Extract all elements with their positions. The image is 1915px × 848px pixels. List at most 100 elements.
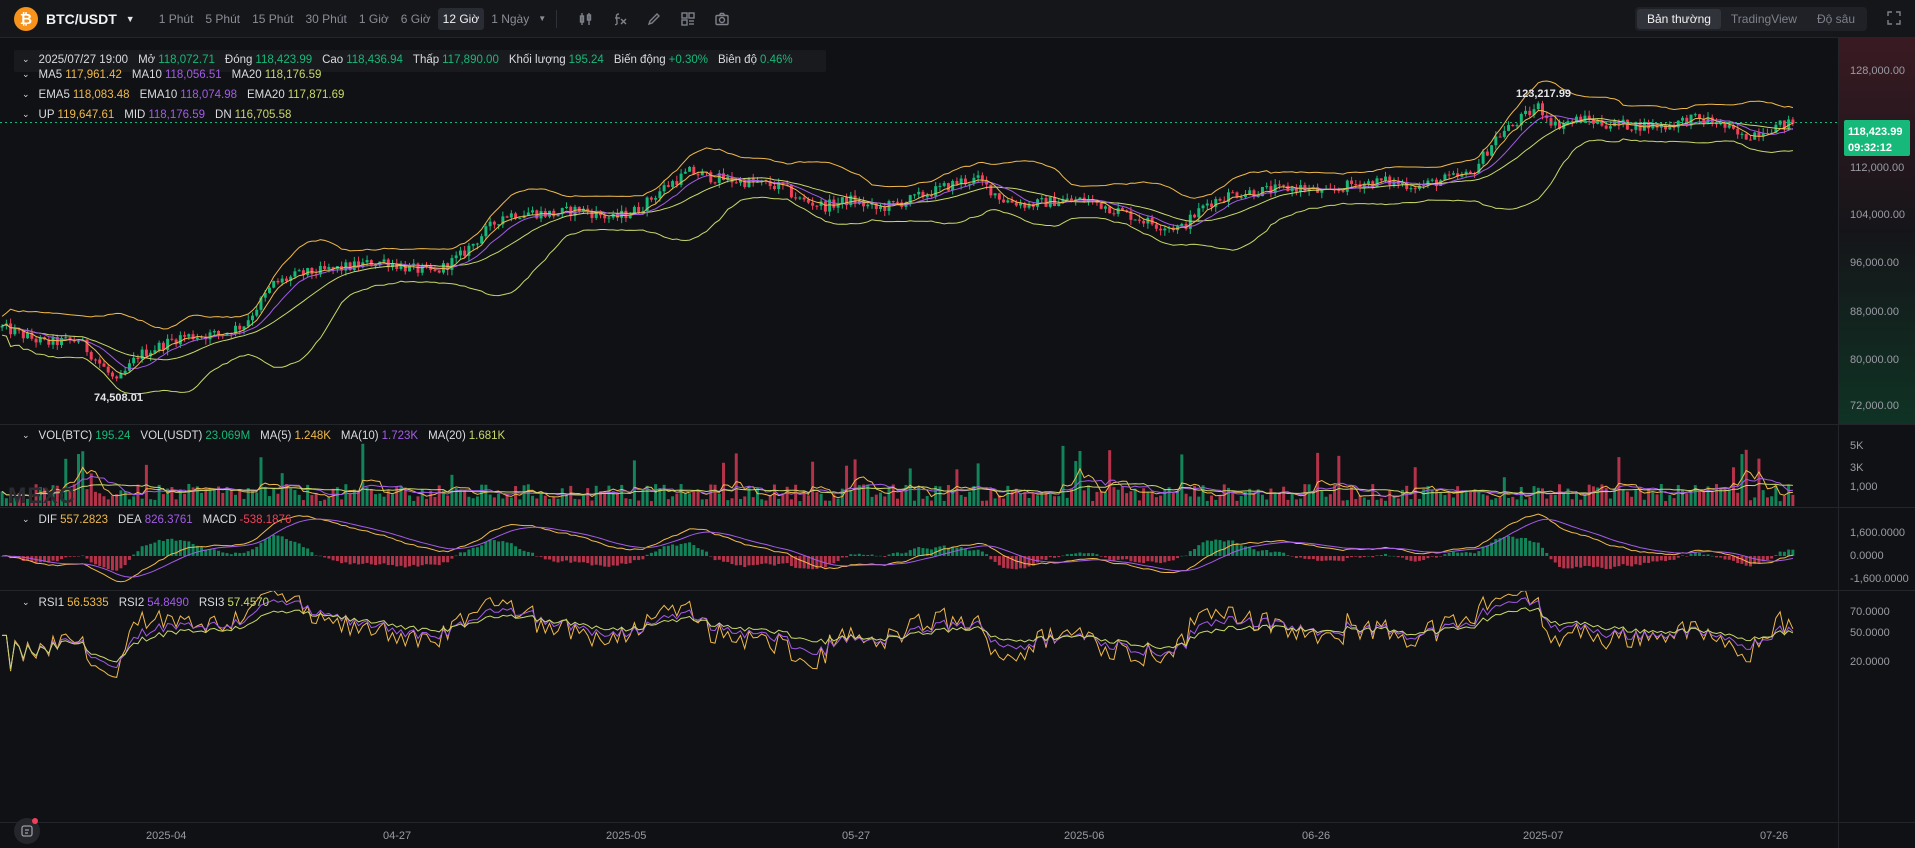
candle-body [565, 206, 568, 209]
volume-bar [1286, 499, 1290, 506]
candle-type-icon[interactable] [569, 8, 603, 30]
interval-option[interactable]: 5 Phút [200, 8, 245, 30]
interval-option[interactable]: 1 Ngày [486, 8, 534, 30]
candle-body [603, 215, 607, 219]
macd-histogram-bar [760, 556, 764, 564]
macd-histogram-bar [85, 556, 89, 559]
volume-bar [382, 496, 386, 506]
view-tab[interactable]: Bản thường [1636, 9, 1721, 29]
macd-histogram-bar [526, 551, 530, 556]
volume-bar [408, 495, 411, 506]
candlestick-chart[interactable] [0, 38, 1915, 848]
macd-histogram-bar [395, 556, 399, 567]
interval-option[interactable]: 6 Giờ [396, 8, 436, 30]
candle-body [13, 328, 17, 335]
volume-bar [1082, 490, 1086, 506]
macd-histogram-bar [1558, 556, 1561, 567]
macd-histogram-bar [671, 544, 675, 556]
notification-dot [32, 818, 38, 824]
view-tab[interactable]: Độ sâu [1807, 9, 1865, 29]
macd-histogram-bar [632, 556, 636, 561]
volume-bar [1103, 492, 1107, 506]
collapse-chevron-icon[interactable]: ⌄ [22, 598, 30, 608]
view-tab[interactable]: TradingView [1721, 9, 1807, 29]
vol-ma20-value: 1.681K [468, 430, 506, 442]
rsi-axis-tick: 20.0000 [1850, 656, 1890, 668]
macd-histogram-bar [1341, 556, 1345, 562]
collapse-chevron-icon[interactable]: ⌄ [22, 515, 30, 525]
macd-histogram-bar [1468, 552, 1472, 556]
volume-bar [921, 498, 925, 506]
macd-histogram-bar [68, 556, 72, 557]
volume-bar [242, 498, 246, 506]
rsi-axis-tick: 70.0000 [1850, 606, 1890, 618]
macd-histogram-bar [1379, 555, 1383, 556]
macd-histogram-bar [1324, 556, 1328, 561]
volume-bar [569, 485, 573, 506]
interval-option[interactable]: 15 Phút [247, 8, 298, 30]
macd-histogram-bar [1294, 556, 1298, 559]
volume-bar [1201, 485, 1205, 506]
macd-histogram-bar [1651, 556, 1655, 562]
macd-histogram-bar [1608, 556, 1612, 569]
chat-assistant-button[interactable] [14, 818, 40, 844]
candle-body [195, 337, 199, 340]
interval-option[interactable]: 30 Phút [300, 8, 351, 30]
volume-bar [811, 461, 815, 506]
collapse-chevron-icon[interactable]: ⌄ [22, 90, 30, 100]
collapse-chevron-icon[interactable]: ⌄ [22, 55, 30, 65]
macd-histogram-bar [374, 556, 378, 565]
interval-option[interactable]: 12 Giờ [437, 7, 485, 30]
macd-histogram-bar [1485, 545, 1489, 556]
candle-body [1481, 151, 1485, 164]
screenshot-camera-icon[interactable] [705, 8, 739, 30]
macd-histogram-bar [565, 556, 568, 561]
chart-area[interactable]: MEXC ⌄ 2025/07/27 19:00 Mở 118,072.71 Đó… [0, 38, 1915, 848]
volume-bar [1324, 496, 1328, 506]
macd-histogram-bar [178, 540, 182, 556]
volume-bar [1350, 486, 1354, 506]
interval-dropdown-icon[interactable]: ▼ [538, 14, 546, 23]
candle-body [297, 270, 301, 272]
vol-ma20-line [1, 483, 1793, 497]
high-value: 118,436.94 [346, 54, 403, 66]
macd-histogram-bar [424, 556, 428, 565]
interval-option[interactable]: 1 Phút [154, 8, 199, 30]
candle-body [1787, 119, 1791, 129]
macd-histogram-bar [454, 555, 458, 557]
fullscreen-expand-icon[interactable] [1887, 11, 1901, 28]
draw-pencil-icon[interactable] [637, 8, 671, 30]
ema20-value: 117,871.69 [287, 89, 345, 101]
volume-bar [1757, 458, 1761, 506]
indicator-fx-icon[interactable] [603, 8, 637, 30]
candle-body [272, 280, 276, 288]
pair-dropdown-icon[interactable]: ▼ [126, 14, 135, 24]
macd-histogram-bar [1456, 552, 1460, 556]
volume-bar [204, 488, 208, 506]
pair-selector-label[interactable]: BTC/USDT [46, 11, 117, 27]
collapse-chevron-icon[interactable]: ⌄ [22, 70, 30, 80]
pane-divider-vol [0, 424, 1915, 425]
interval-selector: 1 Phút 5 Phút 15 Phút 30 Phút 1 Giờ 6 Giờ 12 G… [154, 7, 537, 30]
candle-body [1040, 198, 1044, 200]
vol-ma5-label: MA(5) [260, 430, 292, 442]
layout-grid-icon[interactable] [671, 8, 705, 30]
collapse-chevron-icon[interactable]: ⌄ [22, 431, 30, 441]
macd-histogram-bar [598, 556, 602, 566]
candle-body [327, 267, 331, 269]
collapse-chevron-icon[interactable]: ⌄ [22, 110, 30, 120]
volume-bar [1299, 498, 1303, 506]
candle-body [1265, 186, 1269, 188]
candle-body [1608, 126, 1612, 129]
interval-option[interactable]: 1 Giờ [354, 8, 394, 30]
volume-bar [1197, 496, 1201, 506]
candle-body [208, 332, 212, 340]
volume-bar [1163, 489, 1167, 506]
macd-histogram-bar [399, 556, 403, 566]
volume-bar [764, 500, 768, 506]
candle-body [323, 265, 327, 269]
volume-bar [1494, 498, 1498, 506]
volume-bar [89, 473, 93, 506]
volume-bar [1451, 497, 1455, 506]
volume-bar [314, 492, 318, 506]
